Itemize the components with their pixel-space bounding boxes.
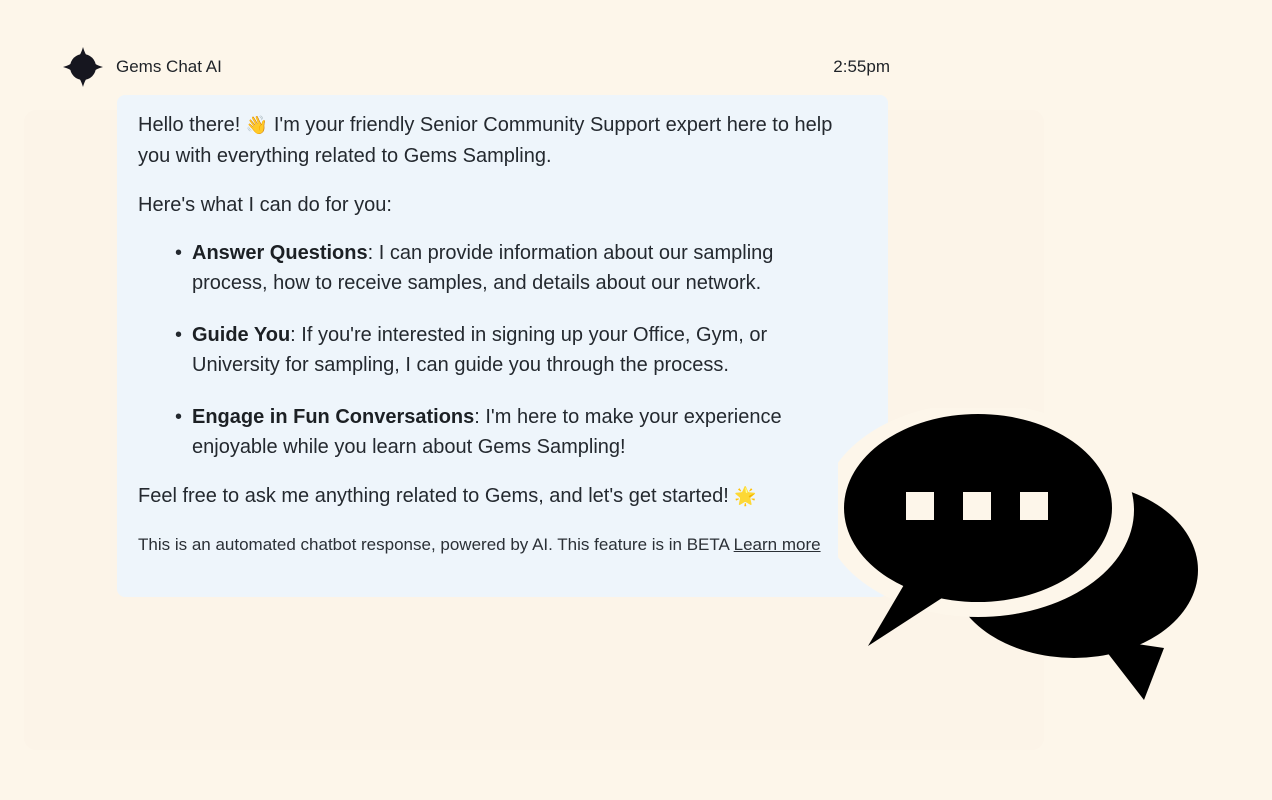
capabilities-intro: Here's what I can do for you: bbox=[138, 194, 392, 216]
diamond-star-icon bbox=[63, 47, 103, 87]
bullet-icon: • bbox=[175, 242, 183, 264]
list-item: • Guide You: If you're interested in sig… bbox=[175, 320, 867, 380]
message-bubble: Hello there! 👋 I'm your friendly Senior … bbox=[117, 95, 888, 597]
message-timestamp: 2:55pm bbox=[833, 57, 890, 76]
closing-text: Feel free to ask me anything related to … bbox=[138, 485, 735, 507]
ai-disclaimer: This is an automated chatbot response, p… bbox=[138, 531, 838, 558]
list-item: • Answer Questions: I can provide inform… bbox=[175, 238, 867, 298]
greeting-text-start: Hello there! bbox=[138, 114, 246, 136]
list-item: • Engage in Fun Conversations: I'm here … bbox=[175, 402, 867, 462]
greeting-paragraph: Hello there! 👋 I'm your friendly Senior … bbox=[138, 110, 867, 171]
waving-hand-icon: 👋 bbox=[245, 115, 269, 136]
learn-more-link[interactable]: Learn more bbox=[734, 535, 821, 554]
list-item-title: Engage in Fun Conversations bbox=[192, 406, 475, 428]
sender-name: Gems Chat AI bbox=[116, 57, 222, 76]
list-item-title: Answer Questions bbox=[192, 242, 368, 264]
capabilities-list: • Answer Questions: I can provide inform… bbox=[138, 238, 867, 462]
sun-icon: 🌟 bbox=[734, 486, 757, 507]
bullet-icon: • bbox=[175, 324, 183, 346]
bullet-icon: • bbox=[175, 406, 183, 428]
disclaimer-text: This is an automated chatbot response, p… bbox=[138, 535, 734, 554]
list-item-title: Guide You bbox=[192, 324, 291, 346]
chat-bubbles-icon bbox=[838, 408, 1198, 700]
closing-paragraph: Feel free to ask me anything related to … bbox=[138, 481, 867, 512]
message-header: Gems Chat AI 2:55pm bbox=[62, 46, 890, 88]
